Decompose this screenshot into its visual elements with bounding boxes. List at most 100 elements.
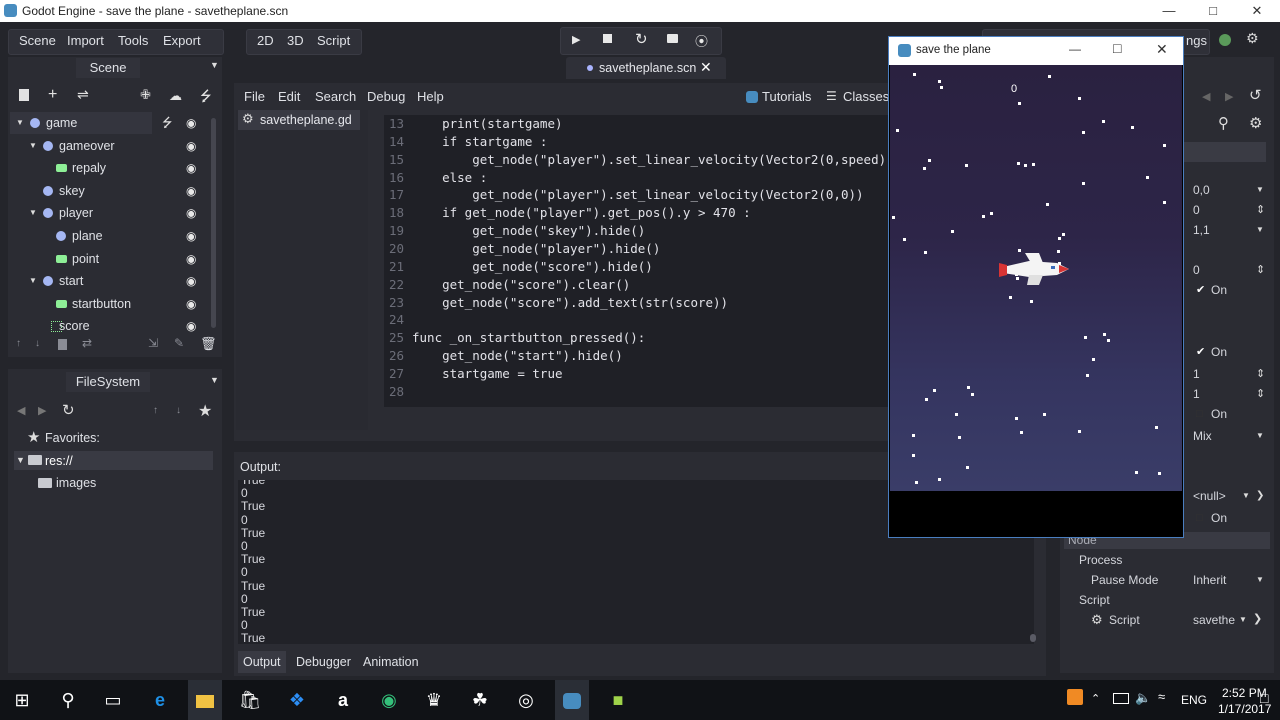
expand-arrow-icon[interactable]: ▼ (29, 135, 37, 157)
visibility-eye-icon[interactable]: ◉ (186, 112, 196, 134)
new-scene-icon[interactable] (19, 89, 29, 101)
scene-tree-node[interactable]: ▼ start ◉ (10, 270, 210, 292)
script-icon[interactable]: ⭍ (200, 86, 212, 110)
visibility-eye-icon[interactable]: ◉ (186, 157, 196, 179)
android-icon[interactable]: ■ (601, 680, 635, 720)
game-close-button[interactable]: ✕ (1156, 41, 1168, 58)
history-forward-icon[interactable]: ▶ (1225, 90, 1233, 103)
minimize-button[interactable]: — (1146, 0, 1192, 22)
movie-icon[interactable] (667, 34, 678, 43)
scene-dock-tab[interactable]: Scene (76, 58, 140, 78)
inspector-value-dropdown[interactable]: 1,1 ▼ (1186, 220, 1268, 240)
godot-taskbar-icon[interactable] (555, 680, 589, 720)
scene-tree-node[interactable]: ▼ player ◉ (10, 202, 210, 224)
close-button[interactable]: ✕ (1234, 0, 1280, 22)
search-icon[interactable]: ⚲ (51, 680, 85, 720)
wifi-icon[interactable]: ≈ (1158, 689, 1165, 704)
tab-output[interactable]: Output (243, 652, 281, 672)
chevron-right-icon[interactable]: ❯ (1256, 486, 1264, 506)
inspector-value-check[interactable]: □ On (1186, 508, 1268, 528)
refresh-icon[interactable]: ↻ (62, 401, 75, 419)
visibility-eye-icon[interactable]: ◉ (186, 293, 196, 315)
visibility-eye-icon[interactable]: ◉ (186, 225, 196, 247)
game-maximize-button[interactable]: □ (1113, 40, 1121, 56)
dropbox-icon[interactable]: ❖ (280, 680, 314, 720)
tab-animation[interactable]: Animation (363, 652, 419, 672)
dock-menu-icon[interactable]: ▼ (210, 375, 219, 385)
spinner-arrows-icon[interactable]: ⇕ (1256, 200, 1265, 220)
edit-icon[interactable]: ✎ (174, 336, 184, 350)
scene-tree-node[interactable]: score ◉ (10, 315, 210, 334)
inspector-value-dropdown[interactable]: 0,0 ▼ (1186, 180, 1268, 200)
history-icon[interactable]: ↺ (1249, 86, 1262, 104)
expand-arrow-icon[interactable]: ▼ (16, 455, 25, 465)
scene-tree-node[interactable]: point ◉ (10, 248, 210, 270)
menu-scene[interactable]: Scene (19, 30, 56, 52)
paint-icon[interactable]: ☘ (463, 680, 497, 720)
scene-tree-scrollbar[interactable] (211, 118, 216, 328)
battery-icon[interactable] (1113, 693, 1129, 704)
scene-tree-node[interactable]: skey ◉ (10, 180, 210, 202)
task-view-icon[interactable]: ▭ (96, 680, 130, 720)
notifications-icon[interactable]: □ (1260, 690, 1268, 706)
inspector-value-spin[interactable]: 1 ⇕ (1186, 364, 1268, 384)
history-back-icon[interactable]: ◀ (1202, 90, 1210, 103)
script-property-value[interactable]: savethe (1193, 610, 1235, 630)
inspector-value-spin[interactable]: 0 ⇕ (1186, 200, 1268, 220)
move-up-icon[interactable]: ↑ (16, 338, 21, 349)
view-2d-button[interactable]: 2D (257, 30, 274, 52)
script-menu-file[interactable]: File (244, 86, 265, 108)
arrow-down-icon[interactable]: ↓ (176, 405, 181, 416)
gear-icon[interactable]: ⚙ (1249, 114, 1262, 132)
back-icon[interactable]: ◀ (17, 404, 25, 417)
script-attached-icon[interactable]: ⭍ (162, 112, 172, 134)
tutorials-link[interactable]: Tutorials (762, 86, 811, 108)
classes-link[interactable]: Classes (843, 86, 889, 108)
checkbox-checked-icon[interactable]: ✔ (1196, 280, 1205, 300)
play-icon[interactable]: ▶ (572, 33, 580, 46)
tray-chevron-up-icon[interactable]: ⌃ (1091, 692, 1100, 705)
script-menu-debug[interactable]: Debug (367, 86, 405, 108)
scene-tree-node[interactable]: plane ◉ (10, 225, 210, 247)
scene-tree-node[interactable]: ▼ game ⭍ ◉ (10, 112, 196, 134)
duplicate-icon[interactable] (58, 339, 67, 350)
file-explorer-icon[interactable] (188, 680, 222, 720)
gear-icon[interactable]: ⚙ (1246, 30, 1259, 47)
view-script-button[interactable]: Script (317, 30, 350, 52)
output-scrollbar[interactable] (1030, 634, 1036, 642)
speaker-icon[interactable]: 🔈 (1135, 690, 1151, 706)
images-folder[interactable]: images (56, 476, 96, 490)
search-icon[interactable]: ⚲ (1218, 114, 1229, 132)
script-menu-search[interactable]: Search (315, 86, 356, 108)
dock-menu-icon[interactable]: ▼ (210, 60, 219, 70)
media-icon[interactable]: ◎ (509, 680, 543, 720)
move-down-icon[interactable]: ↓ (35, 338, 40, 349)
close-tab-icon[interactable]: ✕ (700, 59, 712, 76)
inspector-value-check[interactable]: ✔ On (1186, 342, 1268, 362)
store-icon[interactable]: 🛍 (233, 680, 267, 720)
favorites-label[interactable]: Favorites: (45, 431, 100, 445)
inspector-value-check[interactable]: ✔ On (1186, 280, 1268, 300)
inspector-value-spin[interactable]: 1 ⇕ (1186, 384, 1268, 404)
spinner-arrows-icon[interactable]: ⇕ (1256, 364, 1265, 384)
visibility-eye-icon[interactable]: ◉ (186, 270, 196, 292)
reload-icon[interactable]: ↻ (635, 30, 648, 48)
scene-tree-node[interactable]: startbutton ◉ (10, 293, 210, 315)
checkbox-unchecked-icon[interactable]: □ (1196, 404, 1203, 424)
visibility-eye-icon[interactable]: ◉ (186, 135, 196, 157)
maximize-button[interactable]: □ (1190, 0, 1236, 22)
reparent-icon[interactable]: ⇄ (82, 336, 92, 350)
inspector-value-dropdown[interactable]: Mix ▼ (1186, 426, 1268, 446)
code-editor[interactable]: 13 print(startgame) 14 if startgame :15 g… (384, 115, 888, 407)
inspector-value-spin[interactable]: 0 ⇕ (1186, 260, 1268, 280)
add-node-icon[interactable]: + (48, 86, 57, 104)
menu-import[interactable]: Import (67, 30, 104, 52)
visibility-eye-icon[interactable]: ◉ (186, 180, 196, 202)
inspector-value-check[interactable]: □ On (1186, 404, 1268, 424)
filesystem-tab[interactable]: FileSystem (66, 372, 150, 392)
script-menu-help[interactable]: Help (417, 86, 444, 108)
app-icon[interactable]: ♛ (417, 680, 451, 720)
expand-arrow-icon[interactable]: ▼ (29, 270, 37, 292)
delete-icon[interactable]: 🗑 (200, 336, 217, 352)
game-minimize-button[interactable]: — (1069, 42, 1081, 56)
